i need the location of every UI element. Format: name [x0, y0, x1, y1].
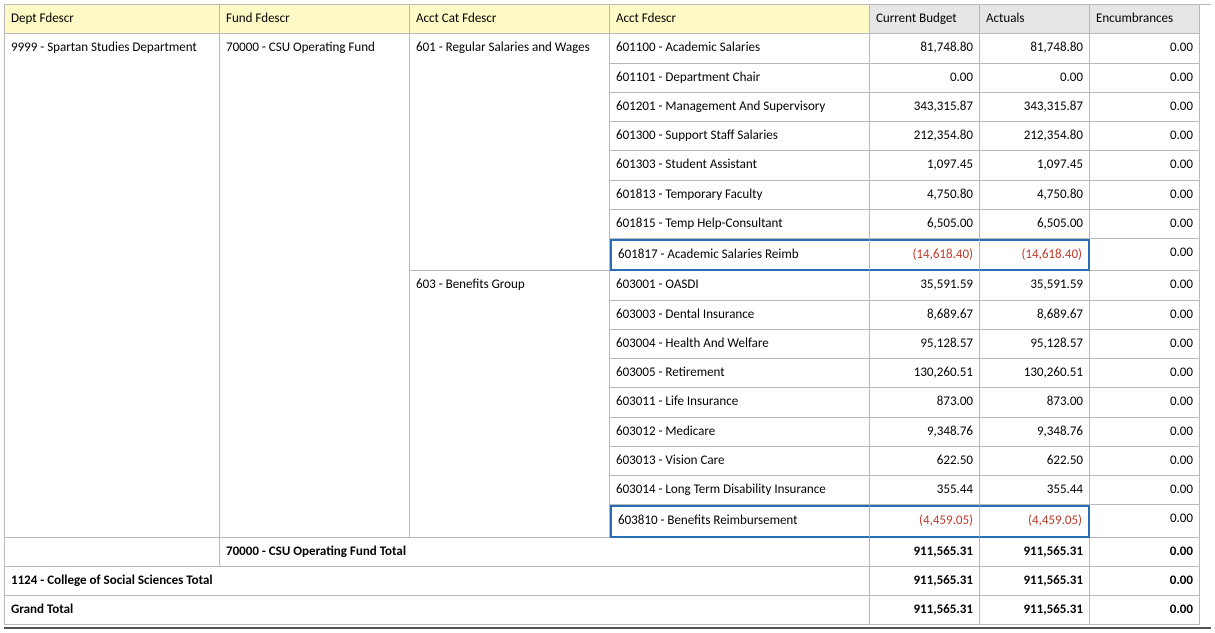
acct-cell: 601303 - Student Assistant — [610, 151, 870, 180]
pivot-grid: Dept FdescrFund FdescrAcct Cat FdescrAcc… — [4, 4, 1211, 625]
actuals-cell: 355.44 — [980, 476, 1090, 505]
acct-cell: 603810 - Benefits Reimbursement — [610, 505, 870, 537]
acct-cell: 603014 - Long Term Disability Insurance — [610, 476, 870, 505]
actuals-cell: 8,689.67 — [980, 301, 1090, 330]
acct-cell: 601815 - Temp Help-Consultant — [610, 210, 870, 239]
actuals-cell: (14,618.40) — [980, 239, 1090, 271]
encumbrances-cell: 0.00 — [1090, 447, 1200, 476]
encumbrances-cell: 0.00 — [1090, 151, 1200, 180]
total-actuals: 911,565.31 — [980, 567, 1090, 596]
report-container: Dept FdescrFund FdescrAcct Cat FdescrAcc… — [0, 0, 1215, 633]
actuals-cell: 35,591.59 — [980, 271, 1090, 300]
actuals-cell: 6,505.00 — [980, 210, 1090, 239]
total-label: Grand Total — [5, 596, 870, 625]
total-actuals: 911,565.31 — [980, 596, 1090, 625]
actuals-cell: 622.50 — [980, 447, 1090, 476]
total-encumbrances: 0.00 — [1090, 567, 1200, 596]
total-budget: 911,565.31 — [870, 538, 980, 567]
acct-cell: 603004 - Health And Welfare — [610, 330, 870, 359]
acct-cat-cell: 603 - Benefits Group — [410, 271, 610, 537]
acct-cell: 601300 - Support Staff Salaries — [610, 122, 870, 151]
acct-cell: 603011 - Life Insurance — [610, 388, 870, 417]
actuals-cell: 1,097.45 — [980, 151, 1090, 180]
budget-cell: 212,354.80 — [870, 122, 980, 151]
acct-cat-cell: 601 - Regular Salaries and Wages — [410, 34, 610, 271]
fund-cell: 70000 - CSU Operating Fund — [220, 34, 410, 537]
total-label: 70000 - CSU Operating Fund Total — [220, 538, 870, 567]
actuals-cell: (4,459.05) — [980, 505, 1090, 537]
encumbrances-cell: 0.00 — [1090, 418, 1200, 447]
encumbrances-cell: 0.00 — [1090, 93, 1200, 122]
actuals-cell: 0.00 — [980, 64, 1090, 93]
acct-cell: 603003 - Dental Insurance — [610, 301, 870, 330]
total-label: 1124 - College of Social Sciences Total — [5, 567, 870, 596]
budget-cell: 130,260.51 — [870, 359, 980, 388]
actuals-cell: 873.00 — [980, 388, 1090, 417]
encumbrances-cell: 0.00 — [1090, 388, 1200, 417]
col-header: Encumbrances — [1090, 5, 1200, 34]
encumbrances-cell: 0.00 — [1090, 34, 1200, 63]
col-header: Acct Cat Fdescr — [410, 5, 610, 34]
acct-cell: 601813 - Temporary Faculty — [610, 181, 870, 210]
budget-cell: 0.00 — [870, 64, 980, 93]
budget-cell: 4,750.80 — [870, 181, 980, 210]
encumbrances-cell: 0.00 — [1090, 359, 1200, 388]
acct-cell: 603001 - OASDI — [610, 271, 870, 300]
acct-cell: 603013 - Vision Care — [610, 447, 870, 476]
total-budget: 911,565.31 — [870, 567, 980, 596]
encumbrances-cell: 0.00 — [1090, 122, 1200, 151]
actuals-cell: 212,354.80 — [980, 122, 1090, 151]
acct-cell: 603005 - Retirement — [610, 359, 870, 388]
budget-cell: 6,505.00 — [870, 210, 980, 239]
total-encumbrances: 0.00 — [1090, 596, 1200, 625]
actuals-cell: 343,315.87 — [980, 93, 1090, 122]
col-header: Dept Fdescr — [5, 5, 220, 34]
acct-cell: 601201 - Management And Supervisory — [610, 93, 870, 122]
budget-cell: (14,618.40) — [870, 239, 980, 271]
budget-cell: 81,748.80 — [870, 34, 980, 63]
acct-cell: 601101 - Department Chair — [610, 64, 870, 93]
acct-cell: 601817 - Academic Salaries Reimb — [610, 239, 870, 271]
encumbrances-cell: 0.00 — [1090, 64, 1200, 93]
col-header: Current Budget — [870, 5, 980, 34]
encumbrances-cell: 0.00 — [1090, 181, 1200, 210]
encumbrances-cell: 0.00 — [1090, 476, 1200, 505]
actuals-cell: 4,750.80 — [980, 181, 1090, 210]
encumbrances-cell: 0.00 — [1090, 239, 1200, 271]
budget-cell: 9,348.76 — [870, 418, 980, 447]
dept-cell: 9999 - Spartan Studies Department — [5, 34, 220, 537]
budget-cell: 1,097.45 — [870, 151, 980, 180]
total-budget: 911,565.31 — [870, 596, 980, 625]
encumbrances-cell: 0.00 — [1090, 301, 1200, 330]
total-actuals: 911,565.31 — [980, 538, 1090, 567]
budget-cell: 95,128.57 — [870, 330, 980, 359]
total-spacer — [5, 538, 220, 567]
actuals-cell: 130,260.51 — [980, 359, 1090, 388]
actuals-cell: 9,348.76 — [980, 418, 1090, 447]
budget-cell: 622.50 — [870, 447, 980, 476]
col-header: Actuals — [980, 5, 1090, 34]
acct-cell: 601100 - Academic Salaries — [610, 34, 870, 63]
budget-cell: 355.44 — [870, 476, 980, 505]
underline-rule — [4, 627, 1211, 629]
encumbrances-cell: 0.00 — [1090, 271, 1200, 300]
actuals-cell: 81,748.80 — [980, 34, 1090, 63]
encumbrances-cell: 0.00 — [1090, 330, 1200, 359]
actuals-cell: 95,128.57 — [980, 330, 1090, 359]
total-encumbrances: 0.00 — [1090, 538, 1200, 567]
budget-cell: 873.00 — [870, 388, 980, 417]
budget-cell: (4,459.05) — [870, 505, 980, 537]
budget-cell: 343,315.87 — [870, 93, 980, 122]
acct-cell: 603012 - Medicare — [610, 418, 870, 447]
encumbrances-cell: 0.00 — [1090, 505, 1200, 537]
encumbrances-cell: 0.00 — [1090, 210, 1200, 239]
col-header: Acct Fdescr — [610, 5, 870, 34]
col-header: Fund Fdescr — [220, 5, 410, 34]
budget-cell: 35,591.59 — [870, 271, 980, 300]
budget-cell: 8,689.67 — [870, 301, 980, 330]
